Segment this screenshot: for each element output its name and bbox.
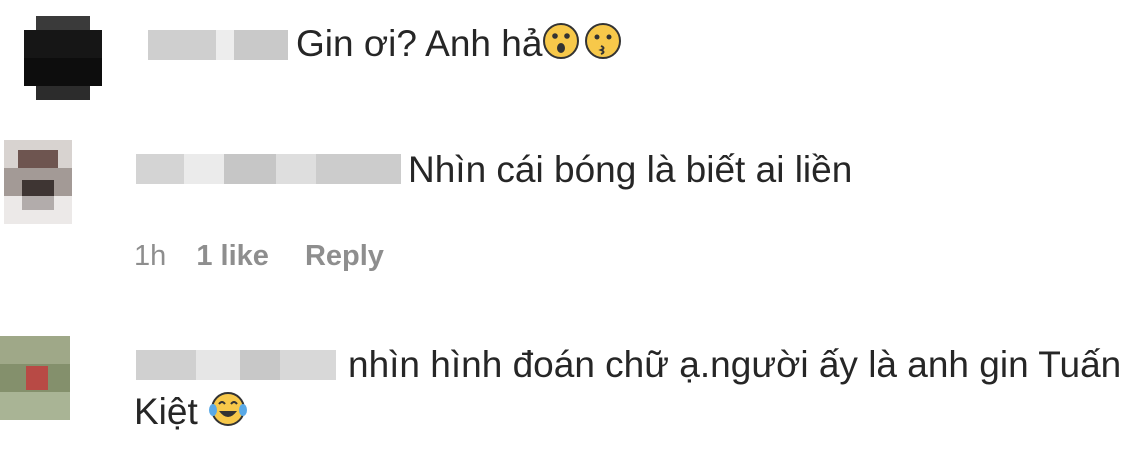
like-count[interactable]: 1 like [196,240,269,272]
comment-text-3-line1: nhìn hình đoán chữ ạ.người ấy là anh gin… [348,344,1122,385]
comment-text-3-line2: Kiệt [134,390,248,438]
comment-time: 1h [134,240,167,272]
kissing-face-emoji [584,22,622,70]
comment-text-1: Gin ơi? Anh hả [296,23,543,64]
hushed-face-emoji [542,22,580,70]
comment-text-3-word: Kiệt [134,391,198,432]
avatar[interactable] [4,140,72,224]
username-blurred[interactable] [136,350,336,380]
username-blurred[interactable] [148,30,288,60]
avatar[interactable] [24,16,102,100]
comment-meta: 1h 1 like Reply [134,236,384,276]
reply-button[interactable]: Reply [305,240,384,272]
comment-text-2: Nhìn cái bóng là biết ai liền [408,149,853,190]
tears-of-joy-emoji [208,390,248,438]
comment-text: Gin ơi? Anh hả [296,22,622,70]
username-blurred[interactable] [136,154,401,184]
avatar[interactable] [0,336,70,420]
